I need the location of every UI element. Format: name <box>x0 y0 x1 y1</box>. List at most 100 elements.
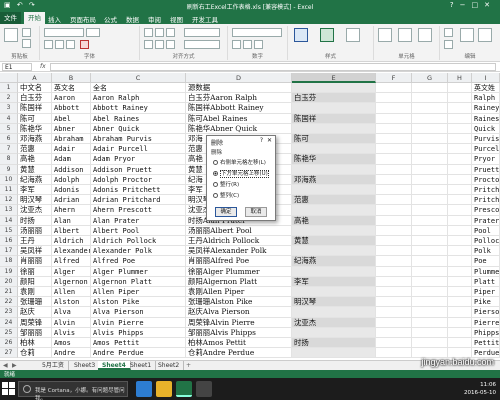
cell-i[interactable]: Prescott <box>472 205 500 216</box>
cell-f[interactable] <box>376 174 412 185</box>
cell-b[interactable]: Ahern <box>52 205 91 216</box>
cell-e[interactable]: 范惠 <box>292 195 376 206</box>
cell-i[interactable]: Pritchard <box>472 195 500 206</box>
store-icon[interactable] <box>196 381 212 397</box>
cell-d[interactable]: 陈国祥Abbott Rainey <box>186 103 292 114</box>
cell-e[interactable] <box>292 246 376 257</box>
cell-i[interactable]: Pettit <box>472 338 500 349</box>
cell-g[interactable] <box>412 174 448 185</box>
cell-a[interactable]: 李军 <box>18 185 52 196</box>
insert-cells-icon[interactable] <box>378 28 392 42</box>
align-bottom-icon[interactable] <box>166 28 175 37</box>
cell-g[interactable] <box>412 297 448 308</box>
bold-icon[interactable] <box>44 40 53 49</box>
cell-e[interactable]: 明汉琴 <box>292 297 376 308</box>
cut-icon[interactable] <box>22 28 31 37</box>
cell-i[interactable]: Rainey <box>472 103 500 114</box>
row-header[interactable]: 7 <box>0 144 18 155</box>
cell-i[interactable]: Quick <box>472 123 500 134</box>
row-header[interactable]: 13 <box>0 205 18 216</box>
cell-i[interactable]: Raines <box>472 113 500 124</box>
cell-a[interactable]: 陈国祥 <box>18 103 52 114</box>
align-center-icon[interactable] <box>155 40 164 49</box>
cell-h[interactable] <box>448 103 472 114</box>
cell-g[interactable] <box>412 236 448 247</box>
cell-g[interactable] <box>412 276 448 287</box>
cell-b[interactable]: Albert <box>52 225 91 236</box>
row-header[interactable]: 21 <box>0 287 18 298</box>
delete-cells-icon[interactable] <box>398 28 412 42</box>
cell-c[interactable]: Alvis Phipps <box>91 327 186 338</box>
excel-icon[interactable] <box>176 381 192 397</box>
cell-g[interactable] <box>412 215 448 226</box>
column-header-e[interactable]: E <box>292 73 376 83</box>
close-icon[interactable]: ✕ <box>267 137 272 144</box>
cell-f[interactable] <box>376 144 412 155</box>
row-header[interactable]: 26 <box>0 338 18 349</box>
row-header[interactable]: 8 <box>0 154 18 165</box>
cell-b[interactable]: Alexander <box>52 246 91 257</box>
cell-h[interactable] <box>448 205 472 216</box>
cell-f[interactable] <box>376 205 412 216</box>
fx-icon[interactable]: fx <box>40 63 46 70</box>
cell-g[interactable] <box>412 154 448 165</box>
tab-view[interactable]: 视图 <box>170 14 183 24</box>
cell-b[interactable]: Abraham <box>52 134 91 145</box>
cell-e[interactable] <box>292 103 376 114</box>
number-format-select[interactable] <box>232 28 282 37</box>
sheet-tab[interactable]: Sheet1 <box>126 361 157 370</box>
cell-i[interactable]: Pryor <box>472 154 500 165</box>
cell-f[interactable] <box>376 93 412 104</box>
cell-h[interactable] <box>448 266 472 277</box>
cell-g[interactable] <box>412 195 448 206</box>
cell-f[interactable] <box>376 317 412 328</box>
cell-h[interactable] <box>448 215 472 226</box>
cell-c[interactable]: Abraham Purvis <box>91 134 186 145</box>
add-sheet-icon[interactable]: + <box>186 362 191 369</box>
cell-h[interactable] <box>448 287 472 298</box>
underline-icon[interactable] <box>66 40 75 49</box>
align-middle-icon[interactable] <box>155 28 164 37</box>
cell-b[interactable]: Adam <box>52 154 91 165</box>
row-header[interactable]: 4 <box>0 113 18 124</box>
wrap-text-icon[interactable] <box>184 28 220 37</box>
sheet-nav-prev-icon[interactable]: ◀ <box>3 362 8 369</box>
cell-a[interactable]: 颜阳 <box>18 276 52 287</box>
tab-data[interactable]: 数据 <box>126 14 139 24</box>
cell-b[interactable]: Allen <box>52 287 91 298</box>
autosum-icon[interactable] <box>444 28 453 37</box>
align-left-icon[interactable] <box>144 40 153 49</box>
cell-a[interactable]: 邓海燕 <box>18 134 52 145</box>
cell-b[interactable]: 英文名 <box>52 83 91 94</box>
ok-button[interactable]: 确定 <box>215 207 237 217</box>
cell-g[interactable] <box>412 83 448 94</box>
cell-b[interactable]: Alan <box>52 215 91 226</box>
cell-h[interactable] <box>448 276 472 287</box>
cell-b[interactable]: Abbott <box>52 103 91 114</box>
cell-c[interactable]: Alvin Pierre <box>91 317 186 328</box>
comma-icon[interactable] <box>254 40 263 49</box>
cell-b[interactable]: Abner <box>52 123 91 134</box>
formula-input[interactable] <box>50 63 496 71</box>
cell-i[interactable]: Ralph <box>472 93 500 104</box>
cell-d[interactable]: 柏林Amos Pettit <box>186 338 292 349</box>
help-icon[interactable]: ? <box>450 1 460 9</box>
cell-i[interactable]: Pritchett <box>472 185 500 196</box>
cell-f[interactable] <box>376 195 412 206</box>
italic-icon[interactable] <box>55 40 64 49</box>
radio-entire-column[interactable]: 整列(C) <box>213 191 239 199</box>
cell-e[interactable]: 纪海燕 <box>292 256 376 267</box>
cell-e[interactable]: 陈可 <box>292 134 376 145</box>
cell-a[interactable]: 中文名 <box>18 83 52 94</box>
cell-a[interactable]: 白玉芬 <box>18 93 52 104</box>
cell-g[interactable] <box>412 93 448 104</box>
cell-h[interactable] <box>448 236 472 247</box>
cell-h[interactable] <box>448 307 472 318</box>
font-color-icon[interactable] <box>80 40 89 49</box>
cell-f[interactable] <box>376 348 412 359</box>
help-icon[interactable]: ? <box>260 137 263 144</box>
cell-i[interactable]: Pike <box>472 297 500 308</box>
cell-e[interactable]: 白玉芬 <box>292 93 376 104</box>
cell-e[interactable] <box>292 287 376 298</box>
cell-g[interactable] <box>412 256 448 267</box>
